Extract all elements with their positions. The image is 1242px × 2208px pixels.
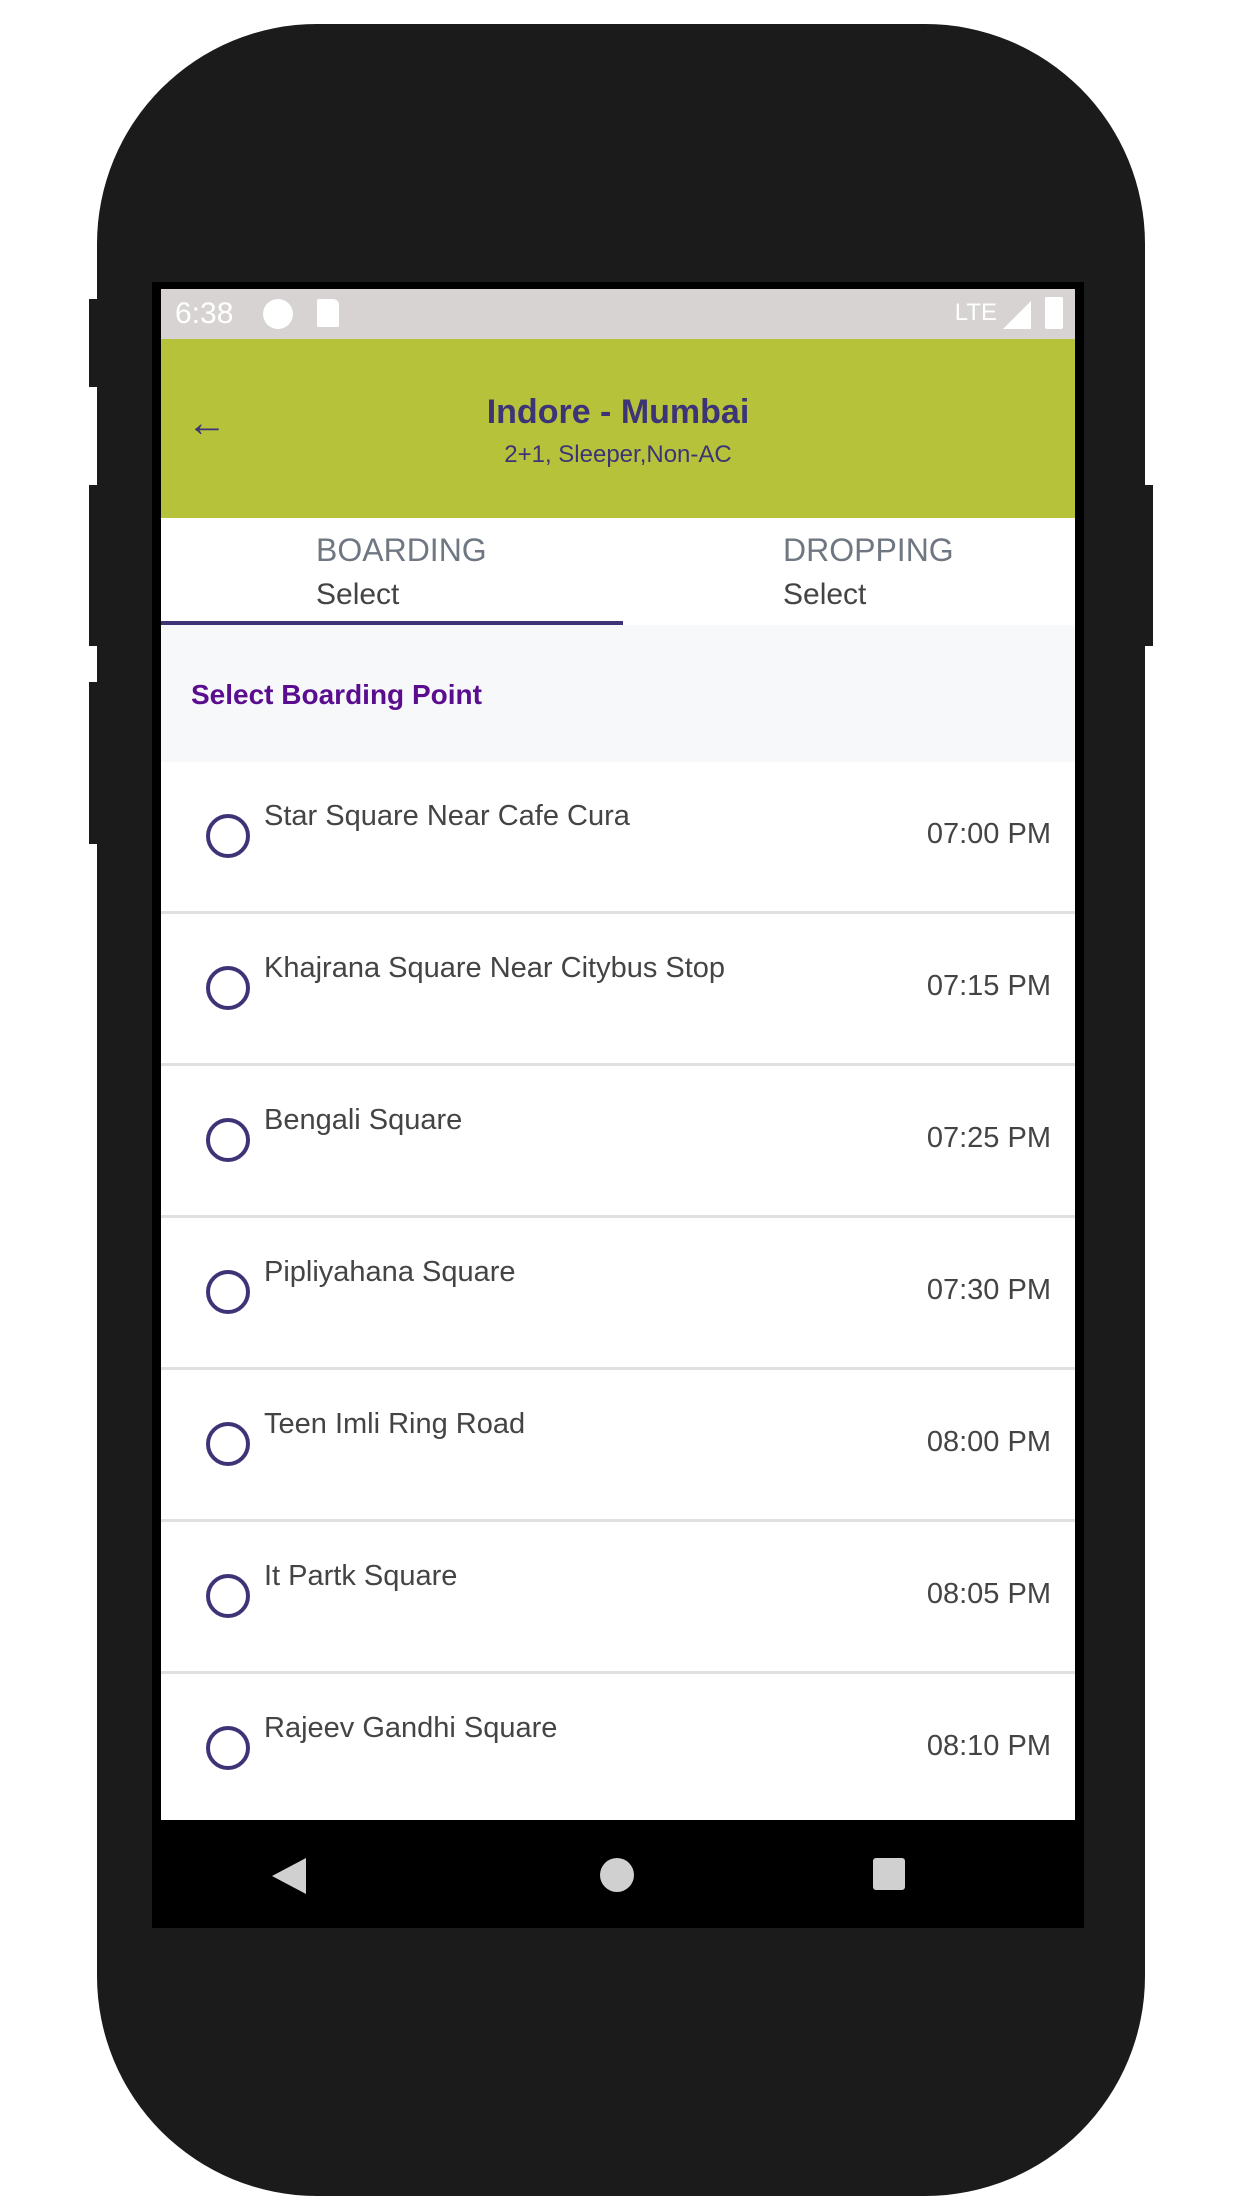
boarding-point-name: Teen Imli Ring Road (264, 1408, 526, 1440)
boarding-point-name: Khajrana Square Near Citybus Stop (264, 952, 726, 984)
page-subtitle: 2+1, Sleeper,Non-AC (504, 441, 732, 468)
side-button (89, 299, 99, 387)
boarding-time: 08:00 PM (926, 1426, 1051, 1458)
recents-nav-icon[interactable] (873, 1858, 905, 1890)
boarding-point-name: Bengali Square (264, 1104, 463, 1136)
tab-boarding[interactable]: BOARDING Select (161, 518, 623, 625)
status-time: 6:38 (175, 297, 234, 330)
radio-button[interactable] (206, 1270, 250, 1314)
list-item[interactable]: Star Square Near Cafe Cura 07:00 PM (161, 762, 1075, 914)
radio-button[interactable] (206, 1726, 250, 1770)
side-button (1143, 485, 1153, 646)
section-heading: Select Boarding Point (191, 679, 482, 710)
status-bar: 6:38 LTE (161, 289, 1075, 339)
radio-button[interactable] (206, 966, 250, 1010)
list-item[interactable]: Teen Imli Ring Road 08:00 PM (161, 1370, 1075, 1522)
tab-label: DROPPING (783, 532, 954, 568)
back-nav-icon[interactable] (272, 1858, 306, 1894)
navigation-bar (152, 1820, 1084, 1928)
boarding-time: 07:15 PM (926, 970, 1051, 1002)
boarding-point-name: Rajeev Gandhi Square (264, 1712, 558, 1744)
boarding-point-name: Pipliyahana Square (264, 1256, 516, 1288)
boarding-time: 07:25 PM (926, 1122, 1051, 1154)
page-title: Indore - Mumbai (486, 393, 750, 431)
boarding-time: 08:05 PM (926, 1578, 1051, 1610)
tab-value: Select (316, 578, 400, 611)
notification-icon (263, 299, 293, 329)
battery-icon (1045, 297, 1063, 329)
boarding-point-name: It Partk Square (264, 1560, 458, 1592)
tab-value: Select (783, 578, 867, 611)
boarding-time: 08:10 PM (926, 1730, 1051, 1762)
list-item[interactable]: Bengali Square 07:25 PM (161, 1066, 1075, 1218)
sd-card-icon (317, 299, 339, 327)
screen: 6:38 LTE ← Indore - Mumbai 2+1, Sleeper,… (152, 282, 1084, 1928)
list-item[interactable]: Khajrana Square Near Citybus Stop 07:15 … (161, 914, 1075, 1066)
boarding-point-list: Star Square Near Cafe Cura 07:00 PM Khaj… (161, 762, 1075, 1820)
radio-button[interactable] (206, 814, 250, 858)
list-item[interactable]: It Partk Square 08:05 PM (161, 1522, 1075, 1674)
radio-button[interactable] (206, 1422, 250, 1466)
section-header: Select Boarding Point (161, 625, 1075, 762)
list-item[interactable]: Rajeev Gandhi Square 08:10 PM (161, 1674, 1075, 1820)
tab-bar: BOARDING Select DROPPING Select (161, 518, 1075, 625)
tab-label: BOARDING (316, 532, 487, 568)
signal-icon (1003, 301, 1031, 329)
boarding-time: 07:30 PM (926, 1274, 1051, 1306)
side-button (89, 485, 99, 646)
list-item[interactable]: Pipliyahana Square 07:30 PM (161, 1218, 1075, 1370)
radio-button[interactable] (206, 1574, 250, 1618)
network-label: LTE (954, 299, 997, 326)
tab-dropping[interactable]: DROPPING Select (623, 518, 1075, 625)
home-nav-icon[interactable] (600, 1858, 634, 1892)
radio-button[interactable] (206, 1118, 250, 1162)
app-header: ← Indore - Mumbai 2+1, Sleeper,Non-AC (161, 339, 1075, 518)
boarding-point-name: Star Square Near Cafe Cura (264, 800, 630, 832)
boarding-time: 07:00 PM (926, 818, 1051, 850)
side-button (89, 682, 99, 844)
